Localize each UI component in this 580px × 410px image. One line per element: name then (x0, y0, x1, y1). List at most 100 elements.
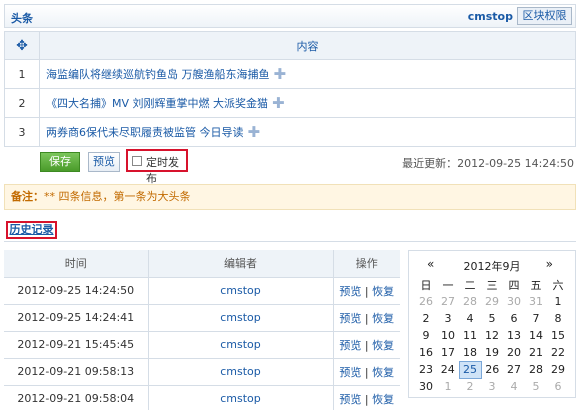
calendar-day[interactable]: 11 (459, 327, 481, 344)
calendar-day-selected[interactable]: 25 (458, 360, 482, 379)
scheduled-publish-label[interactable]: 定时发布 (146, 154, 186, 186)
calendar-grid: 日一二三四五六 26 27 28 29 30 31 1 2 3 4 5 6 7 8 9 10 11 12 13 14 1… (415, 276, 570, 395)
weekday-label: 日 (420, 278, 432, 292)
block-permission-button[interactable]: 区块权限 (517, 7, 572, 25)
calendar-day[interactable]: 3 (437, 310, 459, 327)
calendar-day[interactable]: 2 (459, 378, 481, 395)
calendar-day[interactable]: 26 (415, 293, 437, 310)
time-column-header: 时间 (4, 250, 149, 278)
calendar-day[interactable]: 28 (525, 361, 547, 378)
calendar-day[interactable]: 4 (503, 378, 525, 395)
calendar-day[interactable]: 28 (459, 293, 481, 310)
last-updated-text: 最近更新：2012-09-25 14:24:50 (402, 157, 574, 170)
next-month-button[interactable]: » (546, 257, 553, 271)
calendar-day[interactable]: 27 (437, 293, 459, 310)
history-preview-link[interactable]: 预览 (339, 285, 361, 298)
history-editor-cell: cmstop (148, 385, 334, 410)
add-icon[interactable]: ✚ (272, 94, 285, 112)
scheduled-publish-checkbox[interactable] (132, 156, 142, 166)
history-preview-link[interactable]: 预览 (339, 393, 361, 406)
calendar-day[interactable]: 16 (415, 344, 437, 361)
calendar-day[interactable]: 23 (415, 361, 437, 378)
history-restore-link[interactable]: 恢复 (372, 393, 394, 406)
separator: | (361, 365, 373, 379)
user-link[interactable]: cmstop (468, 10, 513, 23)
headline-link[interactable]: 《四大名捕》MV 刘刚辉重掌中燃 大派奖金猫 (46, 97, 268, 110)
move-icon[interactable]: ✥ (16, 38, 28, 54)
calendar-day[interactable]: 20 (503, 344, 525, 361)
calendar-day[interactable]: 29 (547, 361, 569, 378)
history-actions-cell: 预览 | 恢复 (333, 331, 400, 359)
calendar-day[interactable]: 15 (547, 327, 569, 344)
history-actions-cell: 预览 | 恢复 (333, 385, 400, 410)
calendar-day[interactable]: 14 (525, 327, 547, 344)
history-preview-link[interactable]: 预览 (339, 366, 361, 379)
calendar-day[interactable]: 9 (415, 327, 437, 344)
calendar-day[interactable]: 31 (525, 293, 547, 310)
history-preview-link[interactable]: 预览 (339, 312, 361, 325)
calendar-day[interactable]: 3 (481, 378, 503, 395)
calendar-day[interactable]: 7 (525, 310, 547, 327)
calendar-day[interactable]: 22 (547, 344, 569, 361)
history-preview-link[interactable]: 预览 (339, 339, 361, 352)
headline-link[interactable]: 两券商6保代未尽职履责被监管 今日导读 (46, 126, 244, 139)
calendar-day[interactable]: 2 (415, 310, 437, 327)
editor-link[interactable]: cmstop (220, 311, 261, 324)
scheduled-publish-option[interactable]: 定时发布 (126, 149, 188, 185)
calendar-day[interactable]: 1 (547, 293, 569, 310)
headline-panel-header: 头条 cmstop 区块权限 (4, 4, 576, 28)
add-icon[interactable]: ✚ (274, 65, 287, 83)
drag-column-header[interactable]: ✥ (4, 31, 40, 60)
notice-text: ** 四条信息，第一条为大头条 (44, 190, 191, 203)
calendar-day[interactable]: 12 (481, 327, 503, 344)
separator: | (361, 392, 373, 406)
calendar-day[interactable]: 6 (547, 378, 569, 395)
history-time: 2012-09-21 15:45:45 (4, 331, 149, 359)
history-tab[interactable]: 历史记录 (6, 221, 57, 239)
calendar-day[interactable]: 13 (503, 327, 525, 344)
history-time: 2012-09-21 09:58:04 (4, 385, 149, 410)
content-cell: 海监编队将继续巡航钓鱼岛 万艘渔船东海捕鱼 ✚ (39, 59, 576, 89)
preview-button[interactable]: 预览 (88, 152, 120, 172)
calendar-day[interactable]: 26 (481, 361, 503, 378)
calendar-day[interactable]: 30 (415, 378, 437, 395)
divider (4, 241, 576, 242)
calendar-day[interactable]: 1 (437, 378, 459, 395)
separator: | (361, 311, 373, 325)
calendar-day[interactable]: 5 (481, 310, 503, 327)
history-restore-link[interactable]: 恢复 (372, 366, 394, 379)
calendar-day[interactable]: 30 (503, 293, 525, 310)
history-actions-cell: 预览 | 恢复 (333, 304, 400, 332)
headline-content-table: ✥ 内容 1 海监编队将继续巡航钓鱼岛 万艘渔船东海捕鱼 ✚ 2 《四大名捕》MV… (4, 31, 576, 147)
history-restore-link[interactable]: 恢复 (372, 339, 394, 352)
history-restore-link[interactable]: 恢复 (372, 285, 394, 298)
save-button[interactable]: 保存 (40, 152, 80, 172)
history-restore-link[interactable]: 恢复 (372, 312, 394, 325)
calendar-day[interactable]: 10 (437, 327, 459, 344)
calendar-day[interactable]: 5 (525, 378, 547, 395)
calendar-day[interactable]: 24 (437, 361, 459, 378)
editor-link[interactable]: cmstop (220, 392, 261, 405)
table-row: 1 海监编队将继续巡航钓鱼岛 万艘渔船东海捕鱼 ✚ (4, 59, 576, 89)
editor-link[interactable]: cmstop (220, 365, 261, 378)
calendar-day[interactable]: 21 (525, 344, 547, 361)
headline-link[interactable]: 海监编队将继续巡航钓鱼岛 万艘渔船东海捕鱼 (46, 68, 270, 81)
table-row: 2012-09-21 09:58:13 cmstop 预览 | 恢复 (4, 358, 400, 386)
calendar-day[interactable]: 8 (547, 310, 569, 327)
calendar-day[interactable]: 4 (459, 310, 481, 327)
notice-prefix: 备注： (11, 190, 44, 203)
calendar-day[interactable]: 29 (481, 293, 503, 310)
history-actions-cell: 预览 | 恢复 (333, 358, 400, 386)
calendar-day[interactable]: 6 (503, 310, 525, 327)
editor-link[interactable]: cmstop (220, 284, 261, 297)
history-editor-cell: cmstop (148, 331, 334, 359)
calendar-day[interactable]: 17 (437, 344, 459, 361)
calendar-day[interactable]: 27 (503, 361, 525, 378)
editor-link[interactable]: cmstop (220, 338, 261, 351)
add-icon[interactable]: ✚ (248, 123, 261, 141)
separator: | (361, 284, 373, 298)
calendar-day[interactable]: 18 (459, 344, 481, 361)
history-table: 时间 编辑者 操作 2012-09-25 14:24:50 cmstop 预览 | … (4, 250, 400, 410)
calendar-day[interactable]: 19 (481, 344, 503, 361)
calendar-week: 2345678 (415, 310, 569, 327)
